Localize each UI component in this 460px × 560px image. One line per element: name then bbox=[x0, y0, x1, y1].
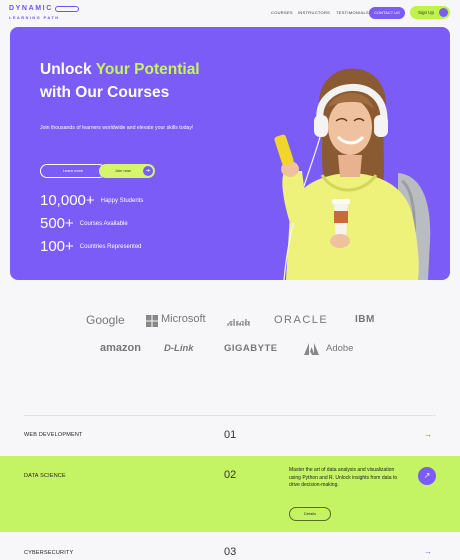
partner-logo-adobe: Adobe bbox=[326, 343, 354, 354]
hero-section: Unlock Your Potential with Our Courses J… bbox=[10, 27, 450, 280]
partner-logo-microsoft: Microsoft bbox=[161, 313, 206, 325]
stat-number: 10,000+ bbox=[40, 192, 95, 210]
course-name: DATA SCIENCE bbox=[24, 473, 66, 479]
course-number: 03 bbox=[224, 546, 237, 558]
partner-logo-amazon: amazon bbox=[100, 342, 141, 354]
hero-student-image bbox=[274, 68, 431, 280]
stat-number: 500+ bbox=[40, 215, 74, 233]
logo[interactable]: DYNAMIC LEARNING PATH bbox=[9, 5, 79, 21]
stat-number: 100+ bbox=[40, 238, 74, 256]
sign-up-dot-icon bbox=[439, 8, 448, 17]
contact-us-button[interactable]: CONTACT US bbox=[369, 7, 405, 19]
nav-link-instructors[interactable]: INSTRUCTORS bbox=[298, 10, 330, 15]
course-name: WEB DEVELOPMENT bbox=[24, 432, 83, 438]
hero-title-highlight: Your Potential bbox=[95, 61, 200, 78]
microsoft-icon bbox=[146, 314, 158, 327]
sign-up-label: Sign Up bbox=[418, 10, 435, 15]
partner-logo-oracle: ORACLE bbox=[274, 314, 329, 326]
logo-wordmark: DYNAMIC bbox=[9, 5, 53, 12]
logo-pill-shape bbox=[55, 6, 79, 12]
hero-description: Join thousands of learners worldwide and… bbox=[40, 125, 194, 131]
hero-title-start: Unlock bbox=[40, 61, 96, 78]
arrow-right-icon[interactable]: → bbox=[424, 547, 432, 556]
stat-label: Courses Available bbox=[79, 220, 128, 227]
course-name: CYBERSECURITY bbox=[24, 550, 74, 556]
partner-logo-gigabyte: GIGABYTE bbox=[224, 343, 278, 354]
join-now-label: Join now bbox=[115, 168, 131, 173]
partner-logo-dlink: D-Link bbox=[164, 343, 194, 354]
nav-link-testimonials[interactable]: TESTIMONIALS bbox=[336, 10, 369, 15]
hero-title-line2: with Our Courses bbox=[40, 84, 170, 101]
nav-link-courses[interactable]: COURSES bbox=[271, 10, 293, 15]
join-now-button[interactable]: Join now ➔ bbox=[99, 164, 155, 178]
course-number: 02 bbox=[224, 469, 237, 481]
course-number: 01 bbox=[224, 429, 237, 441]
arrow-up-right-icon[interactable]: ↗ bbox=[418, 467, 436, 485]
partner-logo-google: Google bbox=[86, 313, 125, 327]
landing-page: DYNAMIC LEARNING PATH COURSES INSTRUCTOR… bbox=[0, 0, 460, 560]
partner-logo-ibm: IBM bbox=[355, 314, 375, 325]
cisco-bars-icon bbox=[227, 313, 251, 326]
stat-label: Countries Represented bbox=[79, 243, 142, 250]
details-button[interactable]: Details bbox=[289, 507, 331, 521]
course-description: Master the art of data analysis and visu… bbox=[289, 467, 398, 489]
arrow-right-icon: ➔ bbox=[143, 166, 153, 176]
hero-title: Unlock Your Potential with Our Courses bbox=[40, 58, 200, 104]
sign-up-button[interactable]: Sign Up bbox=[410, 6, 450, 19]
stat-students: 10,000+ Happy Students bbox=[40, 192, 143, 210]
partner-logo-cisco: CISCO bbox=[229, 321, 250, 327]
logo-tagline: LEARNING PATH bbox=[9, 15, 60, 20]
stat-label: Happy Students bbox=[100, 197, 144, 204]
adobe-icon bbox=[304, 342, 319, 355]
learn-more-button[interactable]: Learn more bbox=[40, 164, 106, 178]
stat-courses: 500+ Courses Available bbox=[40, 215, 128, 233]
arrow-right-icon[interactable]: → bbox=[424, 430, 432, 439]
stat-countries: 100+ Countries Represented bbox=[40, 238, 142, 256]
course-row-data-science[interactable]: DATA SCIENCE 02 Master the art of data a… bbox=[0, 456, 460, 532]
course-row-web-development[interactable]: WEB DEVELOPMENT 01 → bbox=[0, 416, 460, 456]
course-row-cybersecurity[interactable]: CYBERSECURITY 03 → bbox=[0, 532, 460, 560]
site-header: DYNAMIC LEARNING PATH COURSES INSTRUCTOR… bbox=[0, 0, 460, 26]
